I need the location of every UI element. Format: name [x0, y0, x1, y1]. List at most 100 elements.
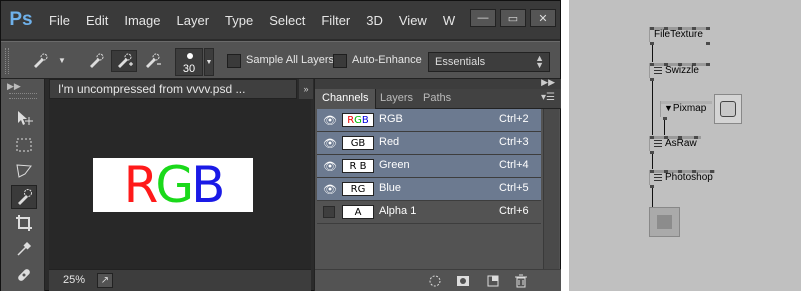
document-tab[interactable]: I'm uncompressed from vvvv.psd ...: [49, 79, 297, 99]
options-bar: ▼ 30 ▼ Sample All Layers Auto-Enhance Es…: [1, 41, 560, 79]
minimize-button[interactable]: —: [470, 9, 496, 27]
renderer-window-node[interactable]: [649, 207, 680, 237]
auto-enhance-checkbox[interactable]: [333, 54, 347, 68]
photoshop-window: Ps File Edit Image Layer Type Select Fil…: [0, 0, 561, 291]
channel-shortcut: Ctrl+3: [499, 136, 529, 148]
node-label: AsRaw: [665, 138, 697, 149]
node-photoshop[interactable]: Photoshop: [649, 170, 715, 188]
window-controls: — ▭ ✕: [470, 9, 556, 27]
pixmap-preview[interactable]: [714, 94, 742, 124]
channel-row-red[interactable]: 👁 GB Red Ctrl+3: [317, 132, 541, 155]
tab-channels[interactable]: Channels: [315, 89, 377, 109]
brush-size-value: 30: [182, 63, 196, 75]
panel-footer: [315, 269, 561, 291]
channel-shortcut: Ctrl+4: [499, 159, 529, 171]
collapse-panel-icon[interactable]: ▶▶: [541, 77, 555, 88]
letter-r: R: [123, 156, 159, 214]
menu-layer[interactable]: Layer: [169, 13, 218, 28]
menu-file[interactable]: File: [41, 13, 78, 28]
channel-row-green[interactable]: 👁 R B Green Ctrl+4: [317, 155, 541, 178]
menu-view[interactable]: View: [391, 13, 435, 28]
tab-layers[interactable]: Layers: [373, 89, 420, 109]
rgb-artwork: R G B: [93, 158, 253, 212]
channel-name: RGB: [379, 113, 403, 125]
crop-tool-icon[interactable]: [11, 211, 37, 235]
dropdown-triangle-icon: ▼: [664, 103, 673, 113]
quick-selection-tool-icon[interactable]: [11, 185, 37, 209]
menu-image[interactable]: Image: [116, 13, 168, 28]
channel-row-rgb[interactable]: 👁 RGB RGB Ctrl+2: [317, 109, 541, 132]
node-filetexture[interactable]: FileTexture: [649, 27, 710, 45]
export-icon[interactable]: ↗: [97, 273, 113, 288]
channel-row-blue[interactable]: 👁 RG Blue Ctrl+5: [317, 178, 541, 201]
vvvv-patch[interactable]: FileTexture Swizzle ▼Pixmap AsRaw Photos…: [569, 0, 801, 291]
workspace-caret-icon: ▲ ▼: [535, 53, 544, 70]
sample-all-layers-label: Sample All Layers: [246, 54, 335, 66]
channel-thumbnail: GB: [342, 136, 374, 150]
photoshop-logo: Ps: [9, 9, 33, 30]
node-type-icon: [654, 140, 662, 147]
marquee-tool-icon[interactable]: [11, 133, 37, 157]
channel-shortcut: Ctrl+5: [499, 182, 529, 194]
healing-brush-tool-icon[interactable]: [11, 263, 37, 287]
menu-filter[interactable]: Filter: [313, 13, 358, 28]
subtract-from-selection-icon[interactable]: [139, 50, 165, 72]
channel-name: Green: [379, 159, 410, 171]
expand-tools-icon[interactable]: ▶▶: [7, 81, 21, 92]
panel-menu-icon[interactable]: ▾☰: [541, 92, 555, 103]
canvas-area[interactable]: R G B: [49, 99, 311, 269]
node-swizzle[interactable]: Swizzle: [649, 63, 710, 81]
node-type-icon: [654, 174, 662, 181]
add-to-selection-icon[interactable]: [111, 50, 137, 72]
tab-paths[interactable]: Paths: [416, 89, 458, 109]
channels-panel: ▶▶ Channels Layers Paths ▾☰ 👁 RGB RGB Ct…: [314, 77, 561, 291]
menu-edit[interactable]: Edit: [78, 13, 116, 28]
tools-panel: ▶▶: [1, 79, 45, 291]
visibility-toggle[interactable]: [323, 206, 335, 218]
new-channel-icon[interactable]: [485, 273, 501, 289]
menu-window[interactable]: W: [435, 13, 463, 28]
zoom-level[interactable]: 25%: [63, 274, 85, 286]
collapse-panels-icon[interactable]: »: [299, 79, 313, 99]
new-selection-icon[interactable]: [83, 50, 109, 72]
channel-shortcut: Ctrl+6: [499, 205, 529, 217]
move-tool-icon[interactable]: [11, 106, 37, 130]
lasso-tool-icon[interactable]: [11, 159, 37, 183]
brush-picker-caret-icon[interactable]: ▼: [204, 48, 214, 76]
sample-all-layers-checkbox[interactable]: [227, 54, 241, 68]
menu-select[interactable]: Select: [261, 13, 313, 28]
workspace-select[interactable]: Essentials ▲ ▼: [428, 52, 550, 72]
maximize-button[interactable]: ▭: [500, 9, 526, 27]
options-bar-grip[interactable]: [5, 48, 9, 74]
node-asraw[interactable]: AsRaw: [649, 136, 701, 154]
preset-caret-icon[interactable]: ▼: [58, 56, 66, 65]
close-button[interactable]: ✕: [530, 9, 556, 27]
auto-enhance-label: Auto-Enhance: [352, 54, 422, 66]
channel-name: Red: [379, 136, 400, 148]
brush-size-picker[interactable]: 30: [175, 48, 203, 76]
node-pixmap[interactable]: ▼Pixmap: [660, 101, 712, 120]
eyedropper-tool-icon[interactable]: [11, 237, 37, 261]
channel-row-alpha-1[interactable]: A Alpha 1 Ctrl+6: [317, 201, 541, 224]
save-selection-icon[interactable]: [455, 273, 471, 289]
menu-3d[interactable]: 3D: [358, 13, 391, 28]
node-type-icon: [654, 67, 662, 74]
visibility-eye-icon[interactable]: 👁: [323, 114, 337, 127]
tools-grip[interactable]: [9, 93, 37, 99]
menu-type[interactable]: Type: [217, 13, 261, 28]
visibility-eye-icon[interactable]: 👁: [323, 137, 337, 150]
node-label: Swizzle: [665, 65, 699, 76]
visibility-eye-icon[interactable]: 👁: [323, 160, 337, 173]
channel-thumbnail: R B: [342, 159, 374, 173]
status-bar: 25% ↗: [49, 269, 311, 291]
panel-scrollbar[interactable]: [543, 109, 559, 269]
brush-tip-icon: [187, 53, 193, 59]
document-window: I'm uncompressed from vvvv.psd ... » R G…: [49, 79, 313, 291]
delete-channel-icon[interactable]: [513, 273, 529, 289]
wire-photoshop-renderer: [652, 187, 653, 207]
visibility-eye-icon[interactable]: 👁: [323, 183, 337, 196]
quick-selection-preset-icon[interactable]: [27, 50, 53, 72]
document-image: R G B: [93, 158, 253, 212]
channel-name: Alpha 1: [379, 205, 417, 217]
load-selection-icon[interactable]: [427, 273, 443, 289]
